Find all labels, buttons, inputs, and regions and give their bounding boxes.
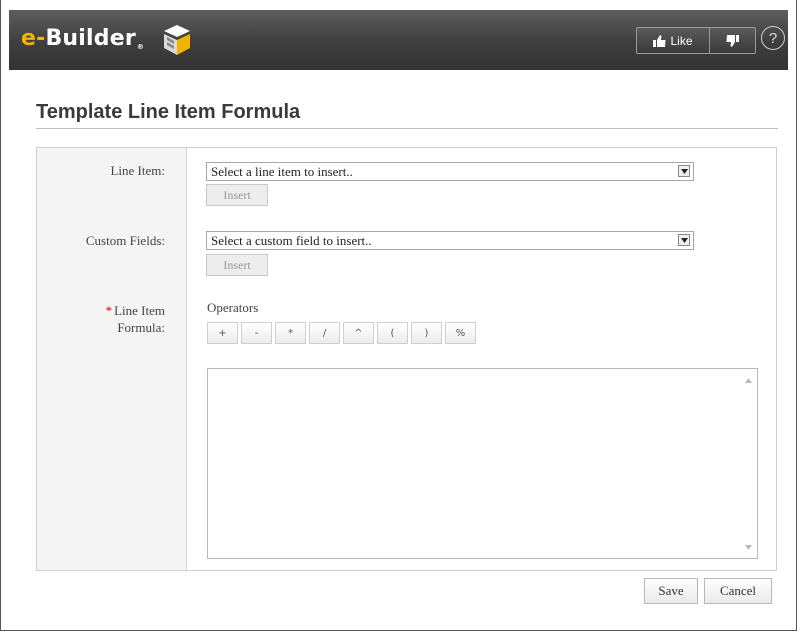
formula-label: * Line Item Formula: xyxy=(37,302,165,336)
operator-multiply-button[interactable]: * xyxy=(275,322,306,344)
feedback-buttons: Like xyxy=(636,27,756,54)
formula-textarea[interactable] xyxy=(207,368,758,559)
line-item-select[interactable]: Select a line item to insert.. xyxy=(206,162,694,181)
logo-text: Builder xyxy=(45,26,136,51)
title-divider xyxy=(36,128,778,129)
dislike-button[interactable] xyxy=(710,28,755,53)
page-title: Template Line Item Formula xyxy=(36,101,301,123)
help-icon: ? xyxy=(768,29,778,47)
operator-toolbar: + - * / ^ ( ) % xyxy=(207,322,479,344)
operator-power-button[interactable]: ^ xyxy=(343,322,374,344)
custom-field-select[interactable]: Select a custom field to insert.. xyxy=(206,231,694,250)
help-button[interactable]: ? xyxy=(761,26,785,50)
dropdown-arrow-icon[interactable] xyxy=(678,234,690,246)
dropdown-arrow-icon[interactable] xyxy=(678,165,690,177)
like-label: Like xyxy=(670,33,693,48)
required-marker: * xyxy=(105,303,113,318)
ebuilder-logo[interactable]: e-Builder® xyxy=(21,26,144,51)
operator-open-paren-button[interactable]: ( xyxy=(377,322,408,344)
custom-fields-label: Custom Fields: xyxy=(85,233,165,248)
thumbs-up-icon xyxy=(653,34,666,47)
custom-field-insert-button[interactable]: Insert xyxy=(206,254,268,276)
line-item-insert-button[interactable]: Insert xyxy=(206,184,268,206)
custom-field-select-value: Select a custom field to insert.. xyxy=(211,233,372,248)
line-item-label: Line Item: xyxy=(110,163,165,178)
formula-label-line2: Formula: xyxy=(117,320,165,335)
logo-registered: ® xyxy=(136,43,145,51)
line-item-select-value: Select a line item to insert.. xyxy=(211,164,353,179)
operator-plus-button[interactable]: + xyxy=(207,322,238,344)
label-column xyxy=(37,148,187,570)
scroll-up-icon[interactable] xyxy=(742,375,754,385)
operator-minus-button[interactable]: - xyxy=(241,322,272,344)
logo-prefix: e- xyxy=(21,26,46,51)
scroll-down-icon[interactable] xyxy=(742,542,754,552)
like-button[interactable]: Like xyxy=(637,28,710,53)
cancel-button[interactable]: Cancel xyxy=(704,578,772,604)
cube-logo-icon xyxy=(164,25,190,55)
operator-percent-button[interactable]: % xyxy=(445,322,476,344)
app-header: e-Builder® Like ? xyxy=(9,10,788,70)
formula-label-line1: Line Item xyxy=(114,303,165,318)
save-button[interactable]: Save xyxy=(644,578,698,604)
formula-form: Line Item: Select a line item to insert.… xyxy=(36,147,777,571)
operator-close-paren-button[interactable]: ) xyxy=(411,322,442,344)
operators-label: Operators xyxy=(207,300,259,315)
thumbs-down-icon xyxy=(726,34,739,47)
operator-divide-button[interactable]: / xyxy=(309,322,340,344)
